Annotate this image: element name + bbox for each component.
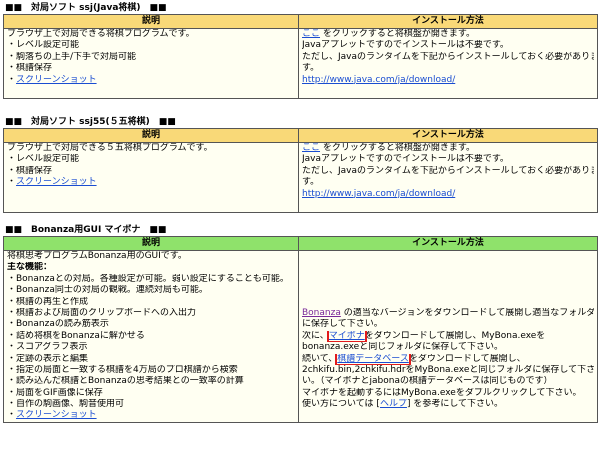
section-title: ■■ Bonanza用GUI マイボナ ■■ — [5, 225, 167, 235]
install-text: ただし、Javaのランタイムを下記からインストールしておく必要がありま — [302, 165, 594, 176]
description-line: ブラウザ上で対局できる５五将棋プログラムです。 — [7, 143, 213, 153]
info-table: 説明 インストール方法 将棋思考プログラムBonanza用のGUIです。 主な機… — [3, 236, 598, 423]
description-line: ブラウザ上で対局できる将棋プログラムです。 — [7, 29, 195, 39]
kifu-database-link[interactable]: 棋譜データベース — [335, 353, 411, 365]
feature-item: ・自作の駒画像、駒音使用可 — [7, 399, 125, 410]
column-header-description: 説明 — [3, 236, 299, 251]
install-text: ただし、Javaのランタイムを下記からインストールしておく必要がありま — [302, 51, 594, 62]
column-header-install: インストール方法 — [298, 128, 598, 143]
info-table: 説明 インストール方法 ブラウザ上で対局できる５五将棋プログラムです。 ・レベル… — [3, 128, 598, 213]
mybona-download-link[interactable]: マイボナ — [326, 330, 367, 343]
screenshot-link[interactable]: スクリーンショット — [16, 177, 97, 187]
screenshot-link[interactable]: スクリーンショット — [16, 410, 97, 420]
info-table: 説明 インストール方法 ブラウザ上で対局できる将棋プログラムです。 ・レベル設定… — [3, 14, 598, 99]
install-text: の適当なバージョンをダウンロードして展開し適当なフォルダ — [340, 307, 594, 318]
feature-item: ・読み込んだ棋譜とBonanzaの思考結果との一致率の計算 — [7, 376, 244, 387]
help-link[interactable]: ヘルプ — [380, 399, 407, 409]
feature-item: ・Bonanza同士の対局の観戦。連続対局も可能。 — [7, 285, 208, 296]
feature-item: ・レベル設定可能 — [7, 40, 80, 51]
install-cell: ここ をクリックすると将棋盤が開きます。 Javaアプレットですのでインストール… — [298, 142, 598, 213]
feature-item: ・局面をGIF画像に保存 — [7, 387, 103, 398]
install-text: をクリックすると将棋盤が開きます。 — [320, 143, 475, 153]
bullet: ・ — [7, 177, 17, 188]
install-text: 使い方については [ — [302, 399, 380, 410]
description-cell: 将棋思考プログラムBonanza用のGUIです。 主な機能： ・Bonanzaと… — [3, 250, 299, 423]
feature-item: ・レベル設定可能 — [7, 154, 80, 165]
install-text: 2chkifu.bin,2chkifu.hdrをMyBona.exeと同じフォル… — [302, 364, 594, 375]
bonanza-download-link[interactable]: Bonanza — [302, 308, 341, 318]
install-text: Javaアプレットですのでインストールは不要です。 — [302, 154, 509, 165]
feature-item: ・スコアグラフ表示 — [7, 342, 88, 353]
install-text: ] を参考にして下さい。 — [406, 399, 504, 410]
section-mybona: ■■ Bonanza用GUI マイボナ ■■ 説明 インストール方法 将棋思考プ… — [3, 224, 598, 423]
feature-item: ・定跡の表示と編集 — [7, 353, 89, 364]
screenshot-link[interactable]: スクリーンショット — [16, 75, 97, 85]
bullet: ・ — [7, 74, 17, 85]
bullet: ・ — [7, 410, 17, 421]
column-header-description: 説明 — [3, 14, 299, 29]
install-text: Javaアプレットですのでインストールは不要です。 — [302, 40, 509, 51]
install-text: をクリックすると将棋盤が開きます。 — [320, 29, 475, 39]
description-cell: ブラウザ上で対局できる将棋プログラムです。 ・レベル設定可能 ・駒落ちの上手/下… — [3, 28, 299, 99]
feature-item: ・棋譜および局面のクリップボードへの入出力 — [7, 307, 197, 318]
feature-item: ・棋譜の再生と作成 — [7, 296, 89, 307]
section-title: ■■ 対局ソフト ssj55(５五将棋) ■■ — [5, 117, 176, 127]
install-text: に保存して下さい。 — [302, 319, 383, 330]
description-line: 将棋思考プログラムBonanza用のGUIです。 — [7, 251, 187, 261]
install-text: 次に、 — [302, 330, 329, 341]
feature-item: ・Bonanzaの読み筋表示 — [7, 319, 109, 330]
java-download-link[interactable]: http://www.java.com/ja/download/ — [302, 189, 455, 199]
java-download-link[interactable]: http://www.java.com/ja/download/ — [302, 75, 455, 85]
open-board-link[interactable]: ここ — [302, 143, 320, 153]
install-text: い。（マイボナとjabonaの棋譜データベースは同じものです） — [302, 376, 553, 387]
column-header-install: インストール方法 — [298, 236, 598, 251]
section-title: ■■ 対局ソフト ssj(Java将棋) ■■ — [5, 3, 167, 13]
section-ssj55: ■■ 対局ソフト ssj55(５五将棋) ■■ 説明 インストール方法 ブラウザ… — [3, 116, 598, 213]
install-text: bonanza.exeと同じフォルダに保存して下さい。 — [302, 342, 503, 353]
install-text: す。 — [302, 177, 320, 188]
section-ssj: ■■ 対局ソフト ssj(Java将棋) ■■ 説明 インストール方法 ブラウザ… — [3, 2, 598, 99]
feature-item: ・詰め将棋をBonanzaに解かせる — [7, 330, 145, 341]
open-board-link[interactable]: ここ — [302, 29, 320, 39]
description-cell: ブラウザ上で対局できる５五将棋プログラムです。 ・レベル設定可能 ・棋譜保存 ・… — [3, 142, 299, 213]
install-text: マイボナを起動するにはMyBona.exeをダブルクリックして下さい。 — [302, 387, 582, 398]
install-cell: ここ をクリックすると将棋盤が開きます。 Javaアプレットですのでインストール… — [298, 28, 598, 99]
feature-item: ・Bonanzaとの対局。各種設定が可能。弱い設定にすることも可能。 — [7, 273, 289, 284]
feature-item: ・指定の局面と一致する棋譜を4万局のプロ棋譜から検索 — [7, 364, 238, 375]
install-text: をダウンロードして展開し、MyBona.exeを — [364, 330, 546, 341]
column-header-install: インストール方法 — [298, 14, 598, 29]
features-label: 主な機能： — [7, 262, 53, 273]
feature-item: ・棋譜保存 — [7, 63, 53, 74]
install-cell: Bonanza の適当なバージョンをダウンロードして展開し適当なフォルダ に保存… — [298, 250, 598, 423]
feature-item: ・駒落ちの上手/下手で対局可能 — [7, 51, 137, 62]
column-header-description: 説明 — [3, 128, 299, 143]
install-text: す。 — [302, 63, 320, 74]
feature-item: ・棋譜保存 — [7, 165, 53, 176]
install-text: をダウンロードして展開し、 — [408, 353, 526, 364]
install-text: 続いて、 — [302, 353, 338, 364]
